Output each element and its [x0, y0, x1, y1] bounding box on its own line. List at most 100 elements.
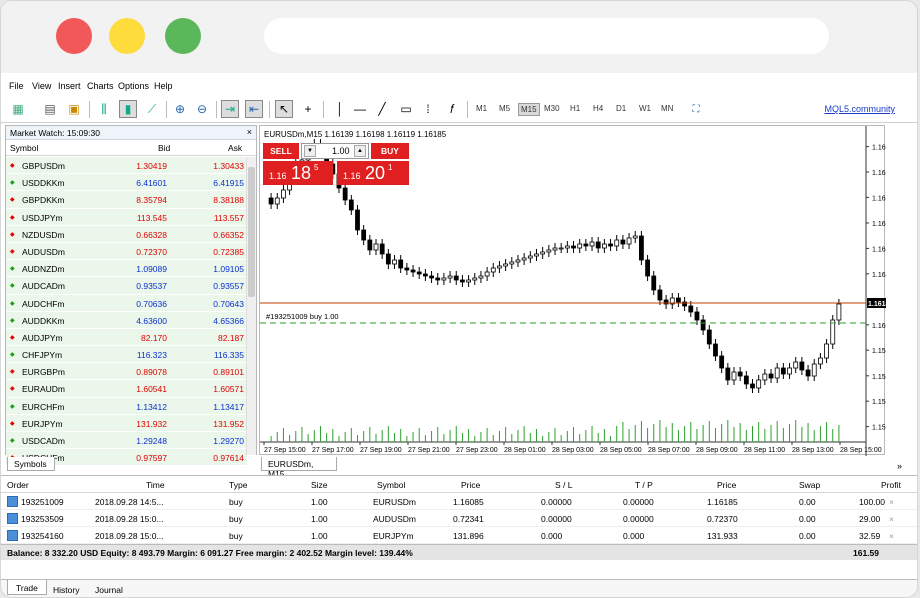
market-watch-row[interactable]: ◆ NZDUSDm 0.66328 0.66352 — [6, 225, 247, 243]
order-type: buy — [229, 531, 243, 541]
timeframe-m1[interactable]: M1 — [474, 103, 489, 114]
candle-body — [521, 257, 527, 261]
chart-shift-icon[interactable]: ⇤ — [245, 100, 263, 118]
market-watch-row[interactable]: ◆ EURJPYm 131.932 131.952 — [6, 414, 247, 432]
market-watch-row[interactable]: ◆ EURAUDm 1.60541 1.60571 — [6, 380, 247, 398]
candle-body — [805, 369, 811, 377]
timeframe-m5[interactable]: M5 — [497, 103, 512, 114]
new-chart-icon[interactable]: ▦ — [9, 100, 27, 118]
close-order-icon[interactable]: × — [889, 531, 894, 541]
trendline-icon[interactable]: ╱ — [373, 100, 391, 118]
menu-view[interactable]: View — [32, 81, 51, 91]
menu-help[interactable]: Help — [154, 81, 173, 91]
market-watch-header: Symbol Bid Ask — [6, 140, 256, 156]
menu-insert[interactable]: Insert — [58, 81, 81, 91]
sell-price[interactable]: 1.16 18 5 — [263, 161, 333, 185]
mql5-community-link[interactable]: MQL5.community — [824, 104, 895, 114]
fullscreen-icon[interactable]: ⛶ — [687, 100, 705, 118]
timeframe-d1[interactable]: D1 — [614, 103, 628, 114]
market-watch-row[interactable]: ◆ USDJPYm 113.545 113.557 — [6, 208, 247, 226]
vertical-line-icon[interactable]: │ — [331, 100, 349, 118]
sell-button[interactable]: SELL — [263, 143, 299, 159]
menu-options[interactable]: Options — [118, 81, 149, 91]
app-window: File View Insert Charts Options Help ▦ ▤… — [0, 0, 918, 598]
order-row[interactable]: 193253509 2018.09.28 15:0... buy 1.00 AUDUSD… — [1, 510, 917, 527]
minimize-window-button[interactable] — [109, 18, 145, 54]
fibonacci-icon[interactable]: ⁞ — [419, 100, 437, 118]
candle-body — [268, 197, 274, 205]
market-watch-row[interactable]: ◆ GBPUSDm 1.30419 1.30433 — [6, 157, 247, 175]
market-watch-row[interactable]: ◆ AUDCHFm 0.70636 0.70643 — [6, 294, 247, 312]
zoom-in-icon[interactable]: ⊕ — [171, 100, 189, 118]
volume-field[interactable]: ▼ 1.00 ▲ — [301, 143, 369, 159]
market-watch-row[interactable]: ◆ AUDDKKm 4.63600 4.65366 — [6, 311, 247, 329]
candle-body — [361, 229, 367, 241]
market-watch-row[interactable]: ◆ AUDCADm 0.93537 0.93557 — [6, 277, 247, 295]
maximize-window-button[interactable] — [165, 18, 201, 54]
tab-history[interactable]: History — [53, 585, 79, 595]
candle-body — [731, 371, 737, 381]
volume-decrease-icon[interactable]: ▼ — [304, 145, 316, 157]
close-icon[interactable]: × — [247, 127, 252, 137]
profiles-icon[interactable]: ▤ — [41, 100, 59, 118]
timeframe-h1[interactable]: H1 — [568, 103, 582, 114]
menu-charts[interactable]: Charts — [87, 81, 114, 91]
timeframe-m30[interactable]: M30 — [542, 103, 562, 114]
candle-body — [743, 375, 749, 385]
order-row[interactable]: 193251009 2018.09.28 14:5... buy 1.00 EURUSD… — [1, 493, 917, 510]
timeframe-mn[interactable]: MN — [659, 103, 675, 114]
horizontal-line-icon[interactable]: — — [351, 100, 369, 118]
crosshair-icon[interactable]: + — [299, 100, 317, 118]
chevron-right-icon[interactable]: » — [897, 461, 902, 471]
candle-body — [620, 239, 626, 245]
buy-price[interactable]: 1.16 20 1 — [337, 161, 409, 185]
candle-body — [367, 239, 373, 251]
arrow-down-icon: ◆ — [10, 420, 15, 427]
market-watch-row[interactable]: ◆ AUDNZDm 1.09089 1.09105 — [6, 260, 247, 278]
auto-scroll-icon[interactable]: ⇥ — [221, 100, 239, 118]
line-chart-icon[interactable]: ⟋ — [143, 100, 161, 118]
market-watch-icon[interactable]: ▣ — [65, 100, 83, 118]
close-window-button[interactable] — [56, 18, 92, 54]
candle-body — [497, 265, 502, 269]
zoom-out-icon[interactable]: ⊖ — [193, 100, 211, 118]
order-cur: 131.933 — [707, 531, 738, 541]
order-time: 2018.09.28 15:0... — [95, 531, 164, 541]
close-order-icon[interactable]: × — [889, 514, 894, 524]
order-profit: 100.00 — [859, 497, 885, 507]
candle-body — [694, 311, 700, 321]
candle-body — [645, 259, 650, 277]
close-order-icon[interactable]: × — [889, 497, 894, 507]
market-watch-row[interactable]: ◆ EURCHFm 1.13412 1.13417 — [6, 397, 247, 415]
timeframe-h4[interactable]: H4 — [591, 103, 605, 114]
buy-button[interactable]: BUY — [371, 143, 409, 159]
text-label-icon[interactable]: ▭ — [397, 100, 415, 118]
address-bar[interactable] — [264, 18, 829, 54]
order-symbol: AUDUSDm — [373, 514, 416, 524]
order-icon — [7, 530, 18, 541]
candle-body — [453, 275, 459, 281]
order-row[interactable]: 193254160 2018.09.28 15:0... buy 1.00 EURJPY… — [1, 527, 917, 544]
market-watch-row[interactable]: ◆ EURGBPm 0.89078 0.89101 — [6, 363, 247, 381]
market-watch-row[interactable]: ◆ CHFJPYm 116.323 116.335 — [6, 346, 247, 364]
indicators-icon[interactable]: 𝑓 — [443, 100, 461, 118]
timeframe-w1[interactable]: W1 — [637, 103, 653, 114]
candlestick-icon[interactable]: ▮ — [119, 100, 137, 118]
cursor-icon[interactable]: ↖ — [275, 100, 293, 118]
tab-trade[interactable]: Trade — [7, 580, 47, 595]
market-watch-row[interactable]: ◆ USDDKKm 6.41601 6.41915 — [6, 174, 247, 192]
market-watch-row[interactable]: ◆ AUDJPYm 82.170 82.187 — [6, 328, 247, 347]
tab-symbols[interactable]: Symbols — [7, 457, 55, 471]
bar-chart-icon[interactable]: ⫼ — [95, 100, 113, 118]
volume-increase-icon[interactable]: ▲ — [354, 145, 366, 157]
market-watch-row[interactable]: ◆ GBPDKKm 8.35794 8.38188 — [6, 191, 247, 209]
timeframe-m15[interactable]: M15 — [518, 103, 540, 116]
menu-file[interactable]: File — [9, 81, 24, 91]
market-watch-scrollbar[interactable] — [246, 157, 256, 455]
candle-body — [503, 263, 509, 267]
tab-journal[interactable]: Journal — [95, 585, 123, 595]
market-watch-row[interactable]: ◆ USDCADm 1.29248 1.29270 — [6, 432, 247, 450]
market-watch-row[interactable]: ◆ AUDUSDm 0.72370 0.72385 — [6, 242, 247, 261]
tab-chart-eurusd[interactable]: EURUSDm, M15 — [261, 457, 337, 479]
candle-body — [632, 235, 638, 239]
